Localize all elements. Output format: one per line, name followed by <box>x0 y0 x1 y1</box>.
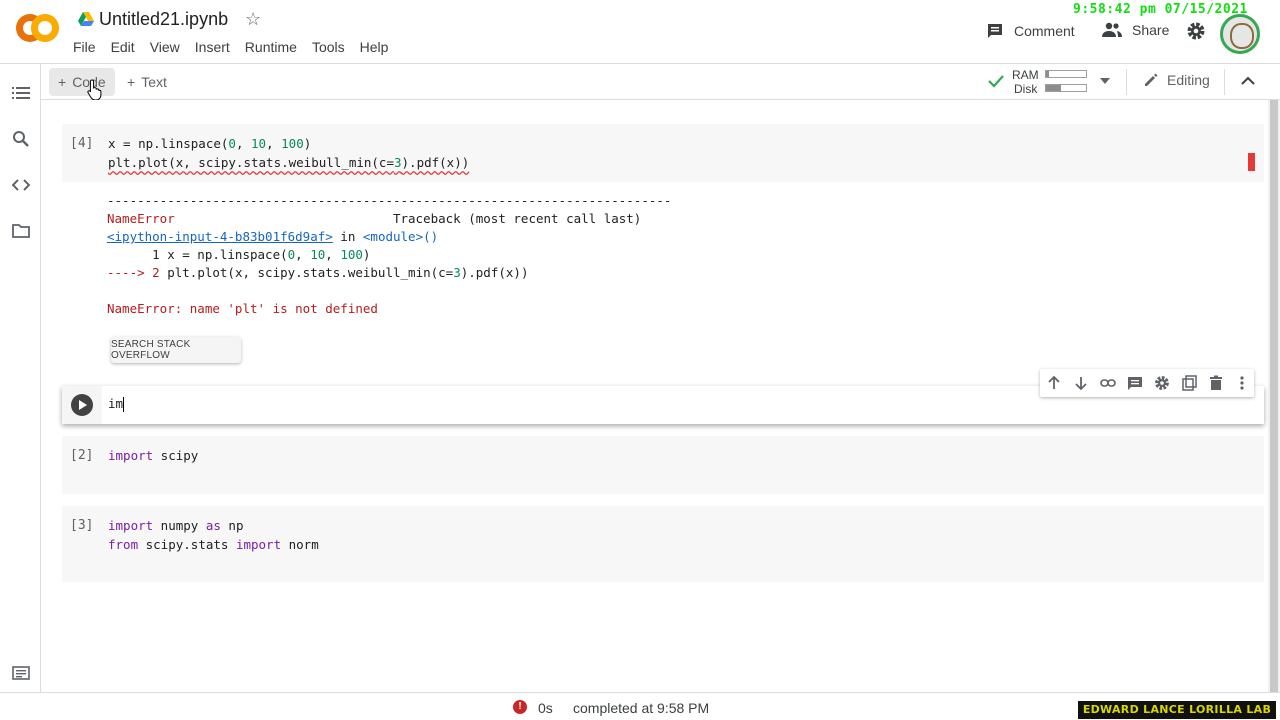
ram-usage-bar <box>1045 70 1087 78</box>
clock-overlay: 9:58:42 pm 07/15/2021 <box>1073 2 1248 17</box>
chevron-down-icon[interactable] <box>1100 78 1110 84</box>
colab-logo[interactable] <box>16 12 59 46</box>
text-caret <box>123 397 125 412</box>
menu-edit[interactable]: Edit <box>111 39 135 55</box>
people-icon <box>1102 22 1122 37</box>
more-vert-icon[interactable] <box>1234 375 1250 391</box>
mirror-cell-icon[interactable] <box>1181 375 1197 391</box>
code-editor[interactable]: import scipy <box>108 446 198 465</box>
google-drive-icon[interactable] <box>78 12 94 26</box>
folder-icon[interactable] <box>12 222 30 240</box>
error-message: NameError: name 'plt' is not defined <box>107 301 378 316</box>
comment-icon <box>988 24 1002 38</box>
execution-count: [4] <box>70 136 94 151</box>
add-code-button[interactable]: + Code <box>49 68 115 96</box>
notebook-scrollbar[interactable] <box>1268 100 1280 692</box>
error-status-icon[interactable]: ! <box>513 700 527 714</box>
notebook-title[interactable]: Untitled21.ipynb <box>99 9 228 30</box>
traceback-link[interactable]: <ipython-input-4-b83b01f6d9af> <box>107 229 333 244</box>
link-icon[interactable] <box>1100 375 1116 391</box>
menu-runtime[interactable]: Runtime <box>245 39 297 55</box>
comment-label: Comment <box>1014 23 1075 39</box>
add-text-button[interactable]: + Text <box>127 68 167 96</box>
code-cell[interactable]: [2] import scipy <box>62 436 1264 494</box>
completion-status[interactable]: completed at 9:58 PM <box>573 700 709 716</box>
code-cell[interactable]: [4] x = np.linspace(0, 10, 100) plt.plot… <box>62 124 1264 182</box>
output-divider: ----------------------------------------… <box>107 193 672 208</box>
comment-button[interactable]: Comment <box>986 22 1075 40</box>
menu-file[interactable]: File <box>73 39 96 55</box>
app-header: Untitled21.ipynb ☆ File Edit View Insert… <box>0 0 1280 64</box>
execution-count: [2] <box>70 448 94 463</box>
resources-indicator[interactable]: RAM Disk <box>988 68 1114 96</box>
code-icon[interactable] <box>12 176 30 194</box>
hand-cursor-icon <box>87 79 102 101</box>
menu-insert[interactable]: Insert <box>195 39 230 55</box>
star-icon[interactable]: ☆ <box>245 9 261 30</box>
ram-label: RAM <box>1012 68 1039 82</box>
plus-icon: + <box>58 74 67 90</box>
scrollbar-thumb[interactable] <box>1270 100 1278 692</box>
plus-icon: + <box>127 74 136 90</box>
code-editor[interactable]: import numpy as np from scipy.stats impo… <box>108 516 319 554</box>
terminal-icon[interactable] <box>12 664 30 682</box>
run-cell-button[interactable] <box>71 394 93 416</box>
editing-label: Editing <box>1167 72 1210 88</box>
disk-usage-bar <box>1045 84 1087 92</box>
gear-icon[interactable] <box>1154 375 1170 391</box>
left-sidebar <box>0 64 41 692</box>
execution-duration: 0s <box>538 700 553 716</box>
table-of-contents-icon[interactable] <box>12 84 30 102</box>
add-text-label: Text <box>141 74 167 90</box>
menu-bar: File Edit View Insert Runtime Tools Help <box>73 39 403 55</box>
user-avatar[interactable] <box>1220 14 1260 54</box>
editing-mode-button[interactable]: Editing <box>1143 72 1210 88</box>
share-label: Share <box>1132 22 1170 38</box>
toolbar-divider <box>1224 69 1225 95</box>
menu-help[interactable]: Help <box>360 39 389 55</box>
delete-icon[interactable] <box>1208 375 1224 391</box>
menu-view[interactable]: View <box>150 39 180 55</box>
cell-toolbar <box>1040 369 1254 397</box>
execution-count: [3] <box>70 518 94 533</box>
traceback-label: Traceback (most recent call last) <box>174 211 642 226</box>
comment-icon[interactable] <box>1127 375 1143 391</box>
code-editor[interactable]: x = np.linspace(0, 10, 100) plt.plot(x, … <box>108 134 469 172</box>
error-marker <box>1248 153 1255 171</box>
toolbar-divider <box>1126 69 1127 95</box>
disk-label: Disk <box>1014 82 1038 96</box>
search-icon[interactable] <box>12 130 30 148</box>
chevron-up-icon[interactable] <box>1240 73 1256 89</box>
share-button[interactable]: Share <box>1102 22 1169 38</box>
gear-icon[interactable] <box>1186 21 1206 41</box>
cell-output: ----------------------------------------… <box>107 193 672 316</box>
move-up-icon[interactable] <box>1046 375 1062 391</box>
channel-watermark: EDWARD LANCE LORILLA LAB <box>1078 701 1276 719</box>
search-stack-overflow-button[interactable]: SEARCH STACK OVERFLOW <box>111 337 241 363</box>
connected-check-icon <box>988 75 1004 88</box>
move-down-icon[interactable] <box>1073 375 1089 391</box>
code-editor[interactable]: im <box>108 396 125 412</box>
code-cell[interactable]: [3] import numpy as np from scipy.stats … <box>62 506 1264 582</box>
menu-tools[interactable]: Tools <box>312 39 345 55</box>
error-name: NameError <box>107 211 175 226</box>
pencil-icon <box>1145 73 1158 86</box>
